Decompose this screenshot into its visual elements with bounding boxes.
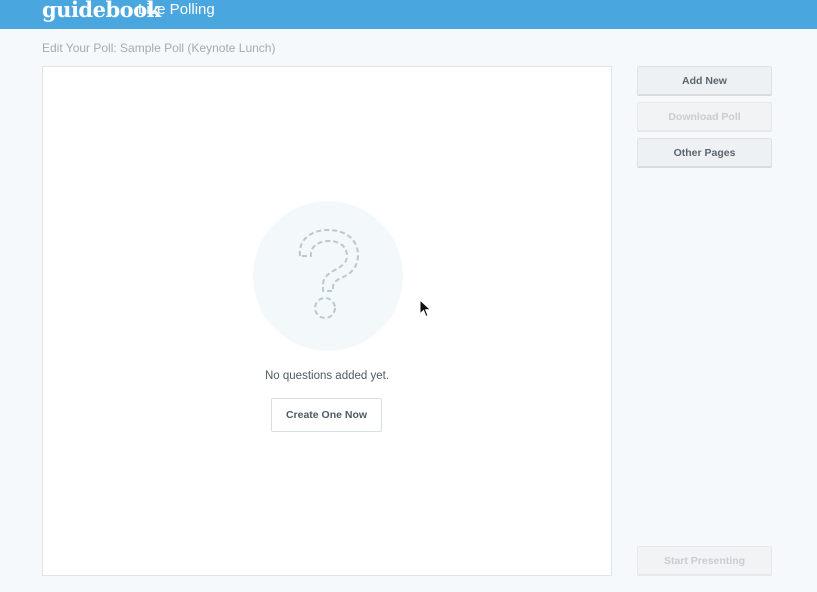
mouse-cursor-icon: [419, 299, 432, 318]
questions-panel: No questions added yet. Create One Now: [42, 66, 612, 576]
page-title: Edit Your Poll: Sample Poll (Keynote Lun…: [42, 41, 276, 55]
product-name: Live Polling: [138, 1, 215, 18]
top-bar: guidebook Live Polling: [0, 0, 817, 29]
create-one-now-button[interactable]: Create One Now: [271, 398, 382, 432]
start-presenting-button[interactable]: Start Presenting: [637, 546, 772, 576]
empty-state-illustration: [253, 201, 403, 351]
question-mark-icon: [298, 229, 359, 319]
empty-state-message: No questions added yet.: [264, 370, 390, 382]
other-pages-button[interactable]: Other Pages: [637, 138, 772, 168]
download-poll-button[interactable]: Download Poll: [637, 102, 772, 132]
add-new-button[interactable]: Add New: [637, 66, 772, 96]
